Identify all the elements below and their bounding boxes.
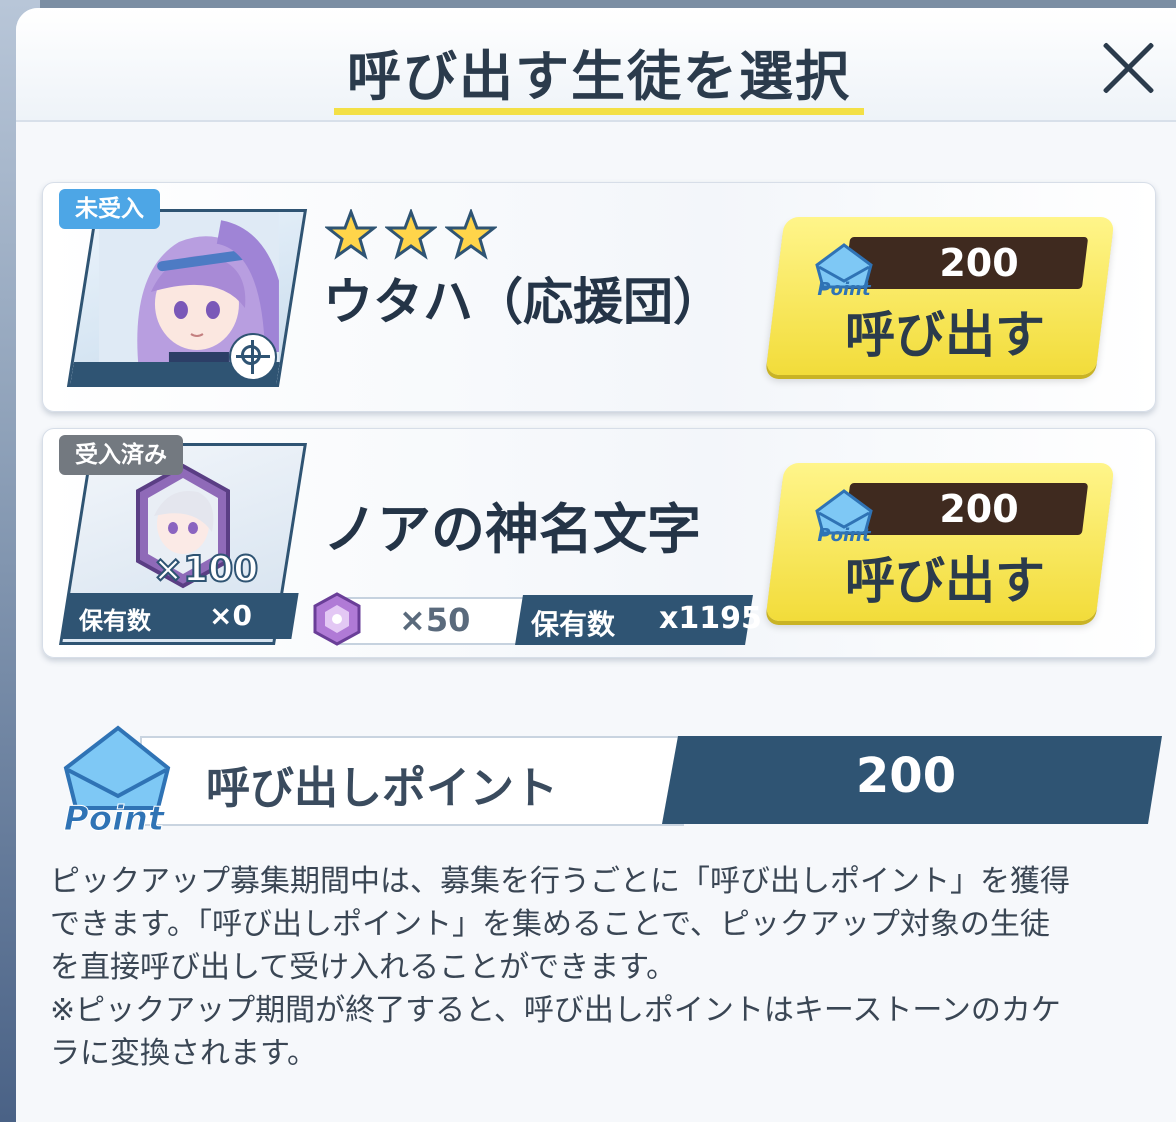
- point-icon: Point: [63, 725, 171, 838]
- title-underline: [334, 108, 864, 115]
- student-name: ノアの神名文字: [323, 498, 701, 561]
- call-button-label: 呼び出す: [845, 552, 1045, 610]
- call-button[interactable]: Point 200 呼び出す: [765, 463, 1115, 623]
- point-icon-text: Point: [64, 799, 166, 838]
- description-text: ピックアップ募集期間中は、募集を行うごとに「呼び出しポイント」を獲得 できます。…: [50, 860, 1150, 1075]
- description-line: できます。「呼び出しポイント」を集めることで、ピックアップ対象の生徒: [50, 907, 1050, 942]
- student-name: ウタハ（応援団）: [323, 273, 723, 331]
- call-button-label: 呼び出す: [845, 306, 1045, 364]
- star-icon: [445, 209, 497, 260]
- close-icon[interactable]: [1098, 38, 1158, 98]
- material-owned-value: x1195: [659, 601, 762, 636]
- status-badge: 受入済み: [59, 435, 183, 475]
- description-line: ※ピックアップ期間が終了すると、呼び出しポイントはキーストーンのカケ: [50, 993, 1061, 1028]
- target-icon[interactable]: [229, 333, 277, 381]
- owned-label: 保有数: [79, 607, 151, 635]
- dialog-header: 呼び出す生徒を選択: [16, 8, 1176, 122]
- description-line: ピックアップ募集期間中は、募集を行うごとに「呼び出しポイント」を獲得: [50, 864, 1070, 899]
- call-cost: 200: [939, 487, 1019, 531]
- dialog-title: 呼び出す生徒を選択: [347, 45, 851, 108]
- material-cost-row: ×50 保有数 x1195: [309, 592, 762, 646]
- call-points-value: 200: [855, 748, 957, 804]
- student-card-utaha[interactable]: 未受入 ウタハ（応援団） Point 200 呼び出す: [42, 182, 1156, 412]
- description-line: ラに変換されます。: [50, 1036, 317, 1071]
- rarity-stars: [325, 209, 505, 261]
- owned-value: ×0: [209, 599, 252, 632]
- point-icon: Point: [815, 489, 873, 545]
- call-cost: 200: [939, 241, 1019, 285]
- call-points-row: Point 呼び出しポイント 200: [56, 722, 1166, 838]
- material-gem-icon: [313, 592, 361, 646]
- star-icon: [385, 209, 437, 260]
- select-student-dialog: 呼び出す生徒を選択 未受入 ウタハ（応援団） Point 200 呼び出す 受入…: [16, 8, 1176, 1122]
- material-owned-label: 保有数: [531, 608, 616, 641]
- call-button[interactable]: Point 200 呼び出す: [765, 217, 1115, 377]
- description-line: を直接呼び出して受け入れることができます。: [50, 950, 677, 985]
- status-badge: 未受入: [59, 189, 160, 229]
- point-icon: Point: [815, 243, 873, 299]
- star-icon: [325, 209, 377, 260]
- student-card-noa-eleph[interactable]: 受入済み ×100 保有数 ×0 ノアの神名文字 ×50 保有数 x1195 P…: [42, 428, 1156, 658]
- call-points-label: 呼び出しポイント: [206, 763, 558, 814]
- eleph-quantity: ×100: [152, 548, 259, 591]
- material-cost: ×50: [399, 601, 471, 639]
